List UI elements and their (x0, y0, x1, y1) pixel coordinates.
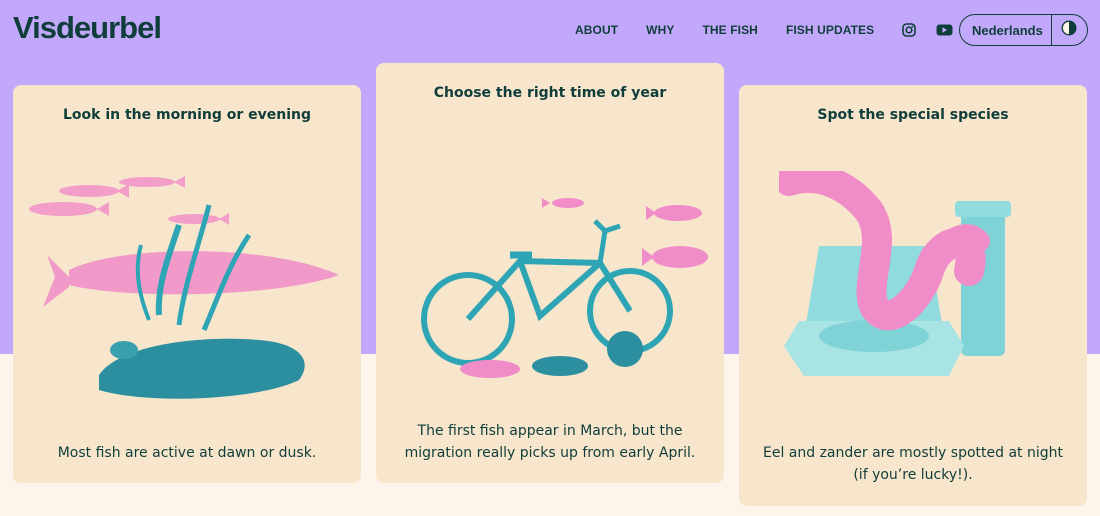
nav-why[interactable]: WHY (646, 23, 674, 37)
nav-fish-updates[interactable]: FISH UPDATES (786, 23, 874, 37)
contrast-icon (1061, 19, 1077, 41)
youtube-icon[interactable] (936, 23, 953, 37)
card-title: Look in the morning or evening (62, 107, 311, 123)
language-switcher: Nederlands (959, 14, 1088, 46)
card-title: Choose the right time of year (433, 85, 667, 101)
theme-toggle[interactable] (1052, 19, 1087, 41)
instagram-icon[interactable] (902, 23, 917, 37)
nav-about[interactable]: ABOUT (575, 23, 618, 37)
eel-and-ruins-illustration (774, 162, 1049, 391)
card-text: The first fish appear in March, but the … (404, 423, 696, 461)
tip-card-time-of-year: Choose the right time of year The first … (376, 63, 724, 483)
nav-the-fish[interactable]: THE FISH (702, 23, 757, 37)
card-title: Spot the special species (817, 107, 1009, 123)
tip-card-morning: Look in the morning or evening Most fish… (13, 85, 361, 483)
card-text: Most fish are active at dawn or dusk. (57, 445, 317, 461)
bicycle-with-fish-illustration (420, 191, 725, 381)
main-nav: ABOUT WHY THE FISH FISH UPDATES (575, 23, 973, 37)
pike-and-driftwood-illustration (29, 175, 349, 410)
tip-card-special-species: Spot the special species Eel and zander … (739, 85, 1087, 506)
site-logo[interactable]: Visdeurbel (13, 10, 162, 46)
card-text: Eel and zander are mostly spotted at nig… (762, 445, 1063, 483)
language-button[interactable]: Nederlands (960, 23, 1051, 38)
